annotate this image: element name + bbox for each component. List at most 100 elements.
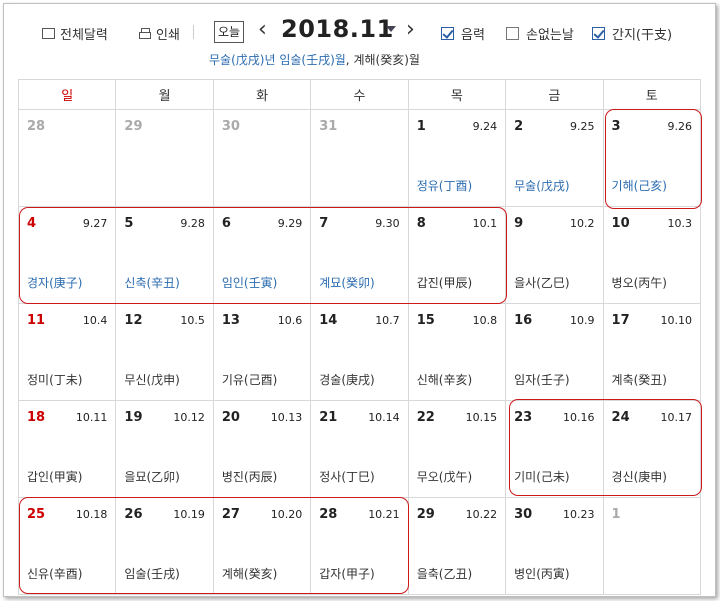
day-number: 14 [319, 313, 338, 328]
day-cell[interactable]: 28 [17, 109, 117, 207]
day-number: 2 [514, 119, 524, 134]
day-number: 8 [416, 216, 426, 231]
no-loss-day-checkbox[interactable]: 손없는날 [506, 24, 574, 43]
day-ganji: 신축(辛丑) [124, 276, 180, 290]
day-cell[interactable]: 3 9.26 기해(己亥) [602, 109, 702, 207]
calendar-icon [42, 28, 55, 39]
lunar-date: 9.30 [375, 217, 400, 230]
day-ganji: 신해(辛亥) [416, 373, 473, 387]
day-ganji: 기해(己亥) [611, 179, 667, 193]
day-number: 1 [416, 119, 426, 134]
lunar-checkbox[interactable]: 음력 [441, 24, 485, 43]
day-ganji: 무오(戊午) [416, 470, 473, 484]
printer-icon [139, 28, 151, 39]
day-cell[interactable]: 9 10.2 을사(乙巳) [505, 206, 604, 304]
day-cell[interactable]: 25 10.18 신유(辛酉) [17, 497, 117, 595]
lunar-date: 10.8 [472, 314, 498, 327]
day-cell[interactable]: 16 10.9 임자(壬子) [505, 303, 604, 401]
day-cell[interactable]: 10 10.3 병오(丙午) [602, 206, 702, 304]
day-cell[interactable]: 26 10.19 임술(壬戌) [115, 497, 214, 595]
day-cell[interactable]: 31 [310, 109, 409, 207]
lunar-date: 9.29 [277, 217, 303, 230]
today-button[interactable]: 오늘 [214, 21, 245, 43]
day-cell[interactable]: 7 9.30 계묘(癸卯) [310, 206, 409, 304]
ganji-checkbox[interactable]: 간지(干支) [592, 24, 672, 43]
month-ganji: 임술(壬戌)월 [279, 53, 346, 67]
day-number: 31 [319, 119, 338, 134]
day-cell[interactable]: 12 10.5 무신(戊申) [115, 303, 214, 401]
day-number: 23 [514, 410, 533, 425]
no-loss-day-checkbox-box[interactable] [506, 27, 519, 40]
lunar-date: 9.26 [667, 120, 693, 133]
lunar-date: 9.25 [570, 120, 595, 133]
day-number: 22 [416, 410, 435, 425]
lunar-date: 10.1 [472, 217, 498, 230]
day-cell[interactable]: 18 10.11 갑인(甲寅) [17, 400, 117, 498]
day-cell[interactable]: 17 10.10 계축(癸丑) [602, 303, 702, 401]
lunar-date: 10.7 [375, 314, 400, 327]
day-cell[interactable]: 8 10.1 갑진(甲辰) [407, 206, 507, 304]
day-cell[interactable]: 1 [602, 497, 702, 595]
day-cell[interactable]: 27 10.20 계해(癸亥) [212, 497, 312, 595]
ganji-checkbox-box[interactable] [592, 27, 605, 40]
month-dropdown-caret-icon[interactable] [386, 26, 396, 32]
weekday-header: 토 [602, 79, 702, 110]
print-label: 인쇄 [156, 28, 180, 43]
lunar-date: 9.24 [472, 120, 498, 133]
lunar-date: 10.21 [368, 508, 400, 521]
day-number: 29 [124, 119, 143, 134]
lunar-checkbox-box[interactable] [441, 27, 454, 40]
day-number: 30 [514, 507, 533, 522]
day-ganji: 병오(丙午) [611, 276, 667, 290]
day-number: 28 [319, 507, 338, 522]
day-cell[interactable]: 2 9.25 무술(戊戌) [505, 109, 604, 207]
day-cell[interactable]: 22 10.15 무오(戊午) [407, 400, 507, 498]
day-ganji: 계묘(癸卯) [319, 276, 375, 290]
week-row: 25 10.18 신유(辛酉) 26 10.19 임술(壬戌) 27 10.20 계해(癸亥) 2… [17, 497, 702, 595]
day-ganji: 갑진(甲辰) [416, 276, 473, 290]
day-ganji: 갑인(甲寅) [27, 470, 83, 484]
day-cell[interactable]: 24 10.17 경신(庚申) [602, 400, 702, 498]
calendar-window: 전체달력 인쇄 오늘 ‹ 2018.11 › 음력 손없는날 간지(干支) 무술… [3, 3, 716, 597]
day-ganji: 임술(壬戌) [124, 567, 180, 581]
day-cell[interactable]: 30 10.23 병인(丙寅) [505, 497, 604, 595]
weekday-header: 목 [407, 79, 507, 110]
full-calendar-button[interactable]: 전체달력 [42, 24, 108, 43]
next-month-chevron-icon[interactable]: › [406, 17, 415, 43]
day-ganji: 계축(癸丑) [611, 373, 667, 387]
day-cell[interactable]: 23 10.16 기미(己未) [505, 400, 604, 498]
day-ganji: 경신(庚申) [611, 470, 667, 484]
day-number: 1 [611, 507, 621, 522]
day-cell[interactable]: 14 10.7 경술(庚戌) [310, 303, 409, 401]
day-cell[interactable]: 4 9.27 경자(庚子) [17, 206, 117, 304]
lunar-date: 10.16 [563, 411, 595, 424]
day-ganji: 정유(丁酉) [416, 179, 473, 193]
day-cell[interactable]: 11 10.4 정미(丁未) [17, 303, 117, 401]
print-button[interactable]: 인쇄 [139, 24, 180, 43]
day-cell[interactable]: 20 10.13 병진(丙辰) [212, 400, 312, 498]
day-number: 26 [124, 507, 143, 522]
lunar-date: 10.17 [660, 411, 693, 424]
ganji-subtitle: 무술(戊戌)년 임술(壬戌)월, 계해(癸亥)월 [209, 53, 420, 67]
week-row: 11 10.4 정미(丁未) 12 10.5 무신(戊申) 13 10.6 기유(己酉) 14 10… [17, 303, 702, 401]
calendar-header: 전체달력 인쇄 오늘 ‹ 2018.11 › 음력 손없는날 간지(干支) 무술… [4, 4, 715, 79]
day-cell[interactable]: 6 9.29 임인(壬寅) [212, 206, 312, 304]
day-cell[interactable]: 29 [115, 109, 214, 207]
day-cell[interactable]: 15 10.8 신해(辛亥) [407, 303, 507, 401]
day-ganji: 임인(壬寅) [221, 276, 278, 290]
day-number: 12 [124, 313, 143, 328]
prev-month-chevron-icon[interactable]: ‹ [258, 17, 267, 43]
day-cell[interactable]: 29 10.22 을축(乙丑) [407, 497, 507, 595]
day-cell[interactable]: 1 9.24 정유(丁酉) [407, 109, 507, 207]
week-row: 28 29 30 31 1 9.24 정유(丁酉) 2 9.25 무술(戊戌) 3 9.26 기해(己亥… [17, 109, 702, 207]
day-ganji: 병진(丙辰) [221, 470, 278, 484]
month-title[interactable]: 2018.11 [281, 15, 394, 43]
day-cell[interactable]: 30 [212, 109, 312, 207]
day-cell[interactable]: 13 10.6 기유(己酉) [212, 303, 312, 401]
day-cell[interactable]: 21 10.14 정사(丁巳) [310, 400, 409, 498]
day-cell[interactable]: 19 10.12 을묘(乙卯) [115, 400, 214, 498]
day-cell[interactable]: 28 10.21 갑자(甲子) [310, 497, 409, 595]
lunar-date: 10.9 [570, 314, 595, 327]
day-cell[interactable]: 5 9.28 신축(辛丑) [115, 206, 214, 304]
day-number: 3 [611, 119, 621, 134]
